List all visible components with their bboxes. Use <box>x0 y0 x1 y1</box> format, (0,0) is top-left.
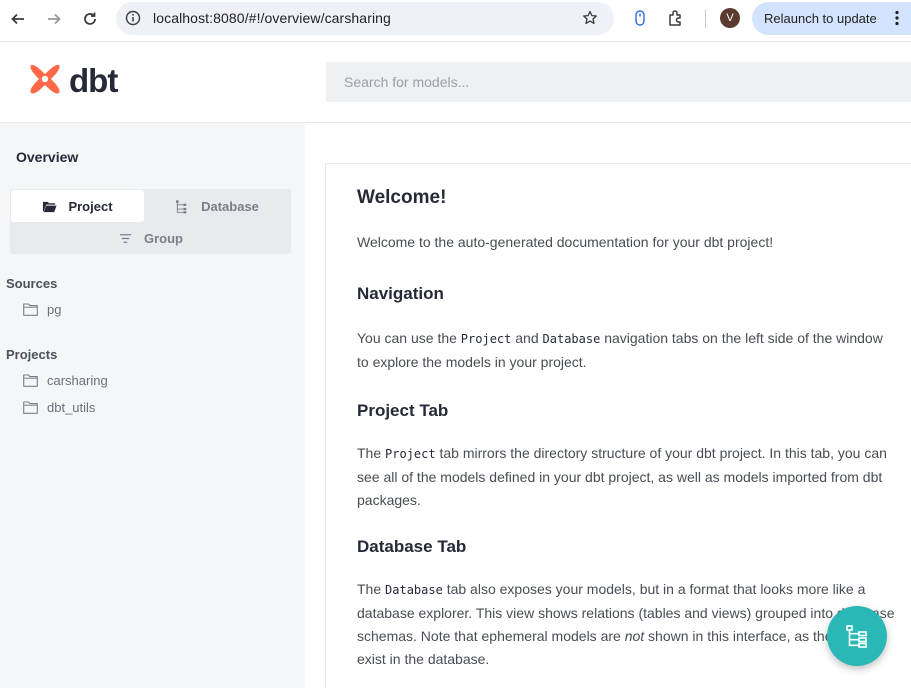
relaunch-button[interactable]: Relaunch to update <box>752 2 911 35</box>
tab-project-label: Project <box>68 198 113 214</box>
database-tab-heading: Database Tab <box>357 537 467 556</box>
tab-project[interactable]: Project <box>11 190 144 222</box>
filter-lines-icon <box>119 233 132 243</box>
extension-mouse-icon[interactable] <box>631 9 649 27</box>
tab-group-label: Group <box>144 230 183 246</box>
reload-icon <box>84 12 96 25</box>
lineage-graph-icon <box>846 625 867 648</box>
folder-open-icon <box>43 201 57 212</box>
tab-database[interactable]: Database <box>144 190 290 222</box>
address-bar[interactable]: localhost:8080/#!/overview/carsharing <box>116 2 614 35</box>
tree-structure-icon <box>176 199 187 214</box>
project-item-label: carsharing <box>47 372 108 388</box>
welcome-heading: Welcome! <box>357 187 447 208</box>
reload-button[interactable] <box>78 7 102 31</box>
projects-title: Projects <box>6 347 58 362</box>
main-content: Welcome! Welcome to the auto-generated d… <box>325 163 911 688</box>
bookmark-star-icon[interactable] <box>582 10 598 26</box>
url-text[interactable]: localhost:8080/#!/overview/carsharing <box>153 10 391 26</box>
folder-icon <box>23 373 38 387</box>
project-tab-heading: Project Tab <box>357 401 449 420</box>
source-item-label: pg <box>47 301 62 317</box>
arrow-right-icon <box>48 13 61 25</box>
folder-icon <box>23 302 38 316</box>
toolbar-divider <box>705 10 706 28</box>
profile-avatar[interactable]: V <box>720 8 740 28</box>
forward-button[interactable] <box>42 7 66 31</box>
arrow-left-icon <box>11 13 24 25</box>
browser-toolbar: localhost:8080/#!/overview/carsharing V … <box>0 0 911 42</box>
database-tab-text: The Database tab also exposes your model… <box>357 581 895 667</box>
sources-title: Sources <box>6 276 58 291</box>
back-button[interactable] <box>6 7 30 31</box>
project-item-carsharing[interactable]: carsharing <box>23 370 108 390</box>
navigation-heading: Navigation <box>357 284 444 303</box>
tab-database-label: Database <box>201 198 259 214</box>
search-input[interactable] <box>326 62 911 102</box>
app-header: dbt <box>0 42 911 123</box>
extensions-puzzle-icon[interactable] <box>667 9 685 27</box>
project-item-dbt-utils[interactable]: dbt_utils <box>23 397 95 417</box>
source-item-pg[interactable]: pg <box>23 299 61 319</box>
tab-group[interactable]: Group <box>11 222 290 254</box>
project-tab-text: The Project tab mirrors the directory st… <box>357 445 887 508</box>
project-item-label: dbt_utils <box>47 399 96 415</box>
navigation-text: You can use the Project and Database nav… <box>357 330 883 370</box>
dbt-logo-icon <box>30 64 60 94</box>
logo-text: dbt <box>69 62 118 99</box>
overview-link[interactable]: Overview <box>16 149 78 165</box>
welcome-text: Welcome to the auto-generated documentat… <box>357 234 774 250</box>
sidebar: Overview Project Database Group Sources … <box>0 123 305 688</box>
lineage-graph-button[interactable] <box>827 606 887 666</box>
sidebar-tabs: Project Database Group <box>10 189 291 254</box>
relaunch-label: Relaunch to update <box>764 11 877 26</box>
folder-icon <box>23 400 38 414</box>
more-vert-icon <box>895 10 899 26</box>
dbt-logo[interactable]: dbt <box>26 62 118 100</box>
site-info-icon[interactable] <box>125 10 141 26</box>
